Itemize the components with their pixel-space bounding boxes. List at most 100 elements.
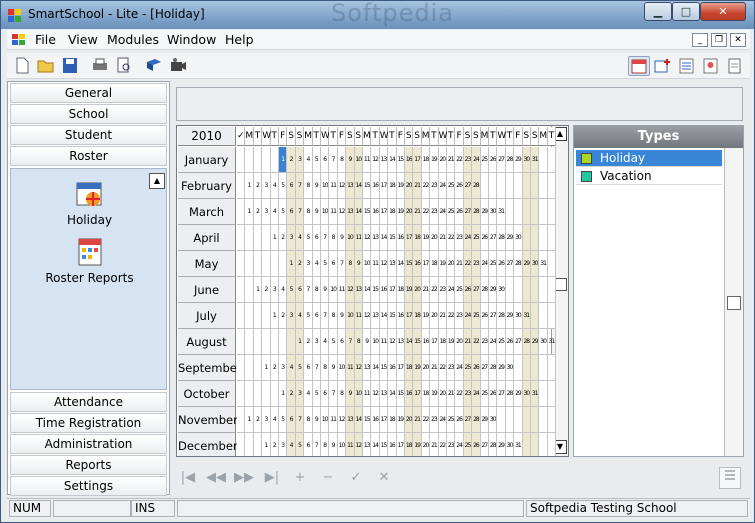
day-cell[interactable]: 1 bbox=[279, 147, 288, 173]
nav-time-registration[interactable]: Time Registration bbox=[10, 413, 167, 433]
day-cell[interactable]: 31 bbox=[531, 381, 540, 407]
day-cell[interactable] bbox=[539, 355, 548, 381]
day-cell[interactable]: 16 bbox=[371, 199, 380, 225]
day-cell[interactable]: 8 bbox=[304, 407, 313, 433]
day-cell[interactable]: 28 bbox=[497, 225, 506, 251]
day-cell[interactable]: 10 bbox=[321, 407, 330, 433]
day-cell[interactable]: 15 bbox=[363, 173, 372, 199]
day-cell[interactable]: 15 bbox=[363, 199, 372, 225]
day-cell[interactable]: 19 bbox=[405, 277, 414, 303]
day-cell[interactable]: 15 bbox=[363, 407, 372, 433]
day-cell[interactable]: 22 bbox=[463, 251, 473, 277]
nav-school[interactable]: School bbox=[10, 104, 167, 124]
mdi-restore-button[interactable]: ❐ bbox=[711, 33, 727, 47]
day-cell[interactable]: 2 bbox=[253, 199, 263, 225]
day-cell[interactable]: 1 bbox=[295, 329, 305, 355]
day-cell[interactable]: 18 bbox=[438, 329, 447, 355]
row-check-cell[interactable] bbox=[237, 329, 246, 355]
day-cell[interactable]: 26 bbox=[480, 225, 489, 251]
day-cell[interactable]: 31 bbox=[522, 303, 531, 329]
day-cell[interactable]: 28 bbox=[472, 199, 481, 225]
day-cell[interactable] bbox=[531, 433, 540, 456]
day-cell[interactable]: 10 bbox=[354, 147, 363, 173]
day-cell[interactable]: 5 bbox=[279, 173, 288, 199]
day-cell[interactable] bbox=[522, 433, 531, 456]
day-cell[interactable]: 8 bbox=[354, 329, 363, 355]
day-cell[interactable] bbox=[522, 277, 531, 303]
mdi-minimize-button[interactable]: _ bbox=[692, 33, 708, 47]
day-cell[interactable] bbox=[547, 251, 557, 277]
day-cell[interactable]: 28 bbox=[480, 277, 489, 303]
day-cell[interactable]: 22 bbox=[447, 303, 456, 329]
day-cell[interactable]: 11 bbox=[354, 225, 363, 251]
day-cell[interactable]: 20 bbox=[405, 173, 414, 199]
book-icon[interactable] bbox=[145, 57, 163, 74]
day-cell[interactable] bbox=[531, 277, 540, 303]
day-cell[interactable]: 2 bbox=[287, 381, 296, 407]
day-cell[interactable]: 12 bbox=[371, 147, 380, 173]
day-cell[interactable] bbox=[262, 329, 271, 355]
row-check-cell[interactable] bbox=[237, 173, 246, 199]
day-cell[interactable]: 27 bbox=[497, 381, 506, 407]
day-cell[interactable]: 17 bbox=[413, 381, 422, 407]
day-cell[interactable]: 3 bbox=[295, 147, 305, 173]
day-cell[interactable]: 12 bbox=[337, 407, 347, 433]
day-cell[interactable]: 12 bbox=[363, 225, 372, 251]
day-cell[interactable]: 7 bbox=[329, 147, 338, 173]
day-cell[interactable]: 9 bbox=[321, 277, 330, 303]
day-cell[interactable]: 15 bbox=[405, 251, 414, 277]
day-cell[interactable] bbox=[539, 173, 548, 199]
day-cell[interactable]: 19 bbox=[396, 173, 405, 199]
day-cell[interactable]: 13 bbox=[388, 251, 397, 277]
day-cell[interactable]: 1 bbox=[245, 407, 254, 433]
day-cell[interactable]: 14 bbox=[388, 381, 397, 407]
day-cell[interactable]: 7 bbox=[295, 199, 305, 225]
first-record-button[interactable]: |◀ bbox=[176, 466, 200, 490]
day-cell[interactable] bbox=[245, 355, 254, 381]
nav-reports[interactable]: Reports bbox=[10, 455, 167, 475]
day-cell[interactable]: 20 bbox=[421, 355, 431, 381]
day-cell[interactable] bbox=[253, 225, 263, 251]
day-cell[interactable]: 9 bbox=[346, 147, 355, 173]
calendar-toolbar-button[interactable] bbox=[628, 56, 650, 76]
day-cell[interactable] bbox=[539, 303, 548, 329]
day-cell[interactable]: 9 bbox=[312, 173, 321, 199]
day-cell[interactable] bbox=[489, 173, 498, 199]
day-cell[interactable]: 9 bbox=[346, 381, 355, 407]
day-cell[interactable]: 25 bbox=[480, 147, 489, 173]
menu-help[interactable]: Help bbox=[225, 32, 254, 47]
day-cell[interactable] bbox=[522, 173, 531, 199]
card-list-toolbar-button[interactable] bbox=[676, 56, 698, 76]
types-scroll-thumb[interactable] bbox=[727, 296, 741, 310]
row-check-cell[interactable] bbox=[237, 381, 246, 407]
day-cell[interactable] bbox=[547, 277, 557, 303]
day-cell[interactable]: 9 bbox=[363, 329, 372, 355]
day-cell[interactable]: 20 bbox=[405, 407, 414, 433]
day-cell[interactable]: 27 bbox=[481, 433, 489, 456]
row-check-cell[interactable] bbox=[237, 303, 246, 329]
menu-view[interactable]: View bbox=[68, 32, 98, 47]
day-cell[interactable]: 20 bbox=[413, 277, 422, 303]
day-cell[interactable]: 29 bbox=[505, 303, 515, 329]
month-label[interactable]: May bbox=[178, 251, 236, 277]
row-check-cell[interactable] bbox=[237, 277, 246, 303]
day-cell[interactable]: 6 bbox=[295, 277, 305, 303]
day-cell[interactable]: 6 bbox=[287, 407, 296, 433]
day-cell[interactable]: 13 bbox=[379, 381, 389, 407]
day-cell[interactable]: 21 bbox=[455, 251, 464, 277]
day-cell[interactable]: 12 bbox=[354, 433, 363, 456]
day-cell[interactable] bbox=[497, 173, 506, 199]
day-cell[interactable]: 3 bbox=[279, 433, 288, 456]
day-cell[interactable]: 6 bbox=[287, 173, 296, 199]
day-cell[interactable] bbox=[547, 355, 557, 381]
day-cell[interactable] bbox=[245, 303, 254, 329]
day-cell[interactable]: 24 bbox=[472, 381, 481, 407]
day-cell[interactable]: 24 bbox=[438, 199, 447, 225]
day-cell[interactable]: 28 bbox=[472, 173, 481, 199]
day-cell[interactable]: 30 bbox=[497, 277, 506, 303]
day-cell[interactable]: 8 bbox=[346, 251, 355, 277]
day-cell[interactable]: 30 bbox=[514, 225, 523, 251]
day-cell[interactable]: 11 bbox=[346, 355, 355, 381]
day-cell[interactable]: 14 bbox=[388, 147, 397, 173]
day-cell[interactable]: 21 bbox=[430, 433, 439, 456]
